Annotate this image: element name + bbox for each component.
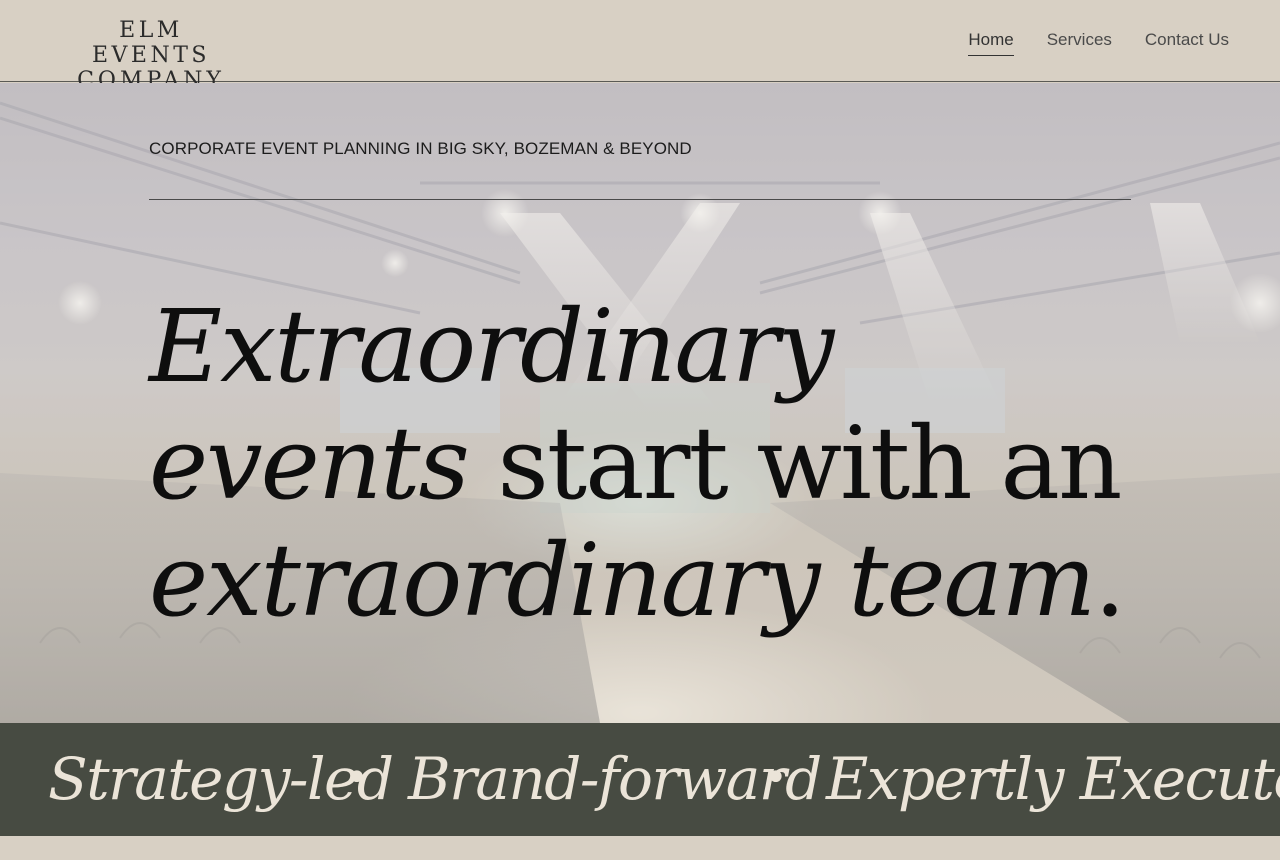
banner-separator-1: • <box>345 755 369 801</box>
banner-separator-2: • <box>764 755 788 801</box>
headline-text-1: start with an <box>467 405 1123 522</box>
hero-headline: Extraordinary events start with an extra… <box>149 288 1149 639</box>
hero-section: CORPORATE EVENT PLANNING IN BIG SKY, BOZ… <box>0 83 1280 723</box>
hero-eyebrow: CORPORATE EVENT PLANNING IN BIG SKY, BOZ… <box>149 139 692 158</box>
hero-divider <box>149 199 1131 200</box>
page-bottom-strip <box>0 836 1280 860</box>
banner-item-expertly-executed: Expertly Executed <box>826 745 1280 813</box>
site-header: ELM EVENTS COMPANY Home Services Contact… <box>0 0 1280 93</box>
logo[interactable]: ELM EVENTS COMPANY <box>56 18 246 93</box>
logo-line-1: ELM EVENTS <box>91 18 210 68</box>
nav-link-contact-us[interactable]: Contact Us <box>1145 30 1229 56</box>
nav-link-services[interactable]: Services <box>1047 30 1112 56</box>
values-banner: Strategy-led • Brand-forward • Expertly … <box>0 723 1280 836</box>
banner-item-brand-forward: Brand-forward <box>408 745 822 813</box>
main-nav: Home Services Contact Us <box>968 30 1229 56</box>
headline-text-2: . <box>1094 522 1126 639</box>
banner-item-strategy-led: Strategy-led <box>48 745 394 813</box>
headline-italic-2: extraordinary team <box>149 522 1096 639</box>
nav-link-home[interactable]: Home <box>968 30 1014 56</box>
